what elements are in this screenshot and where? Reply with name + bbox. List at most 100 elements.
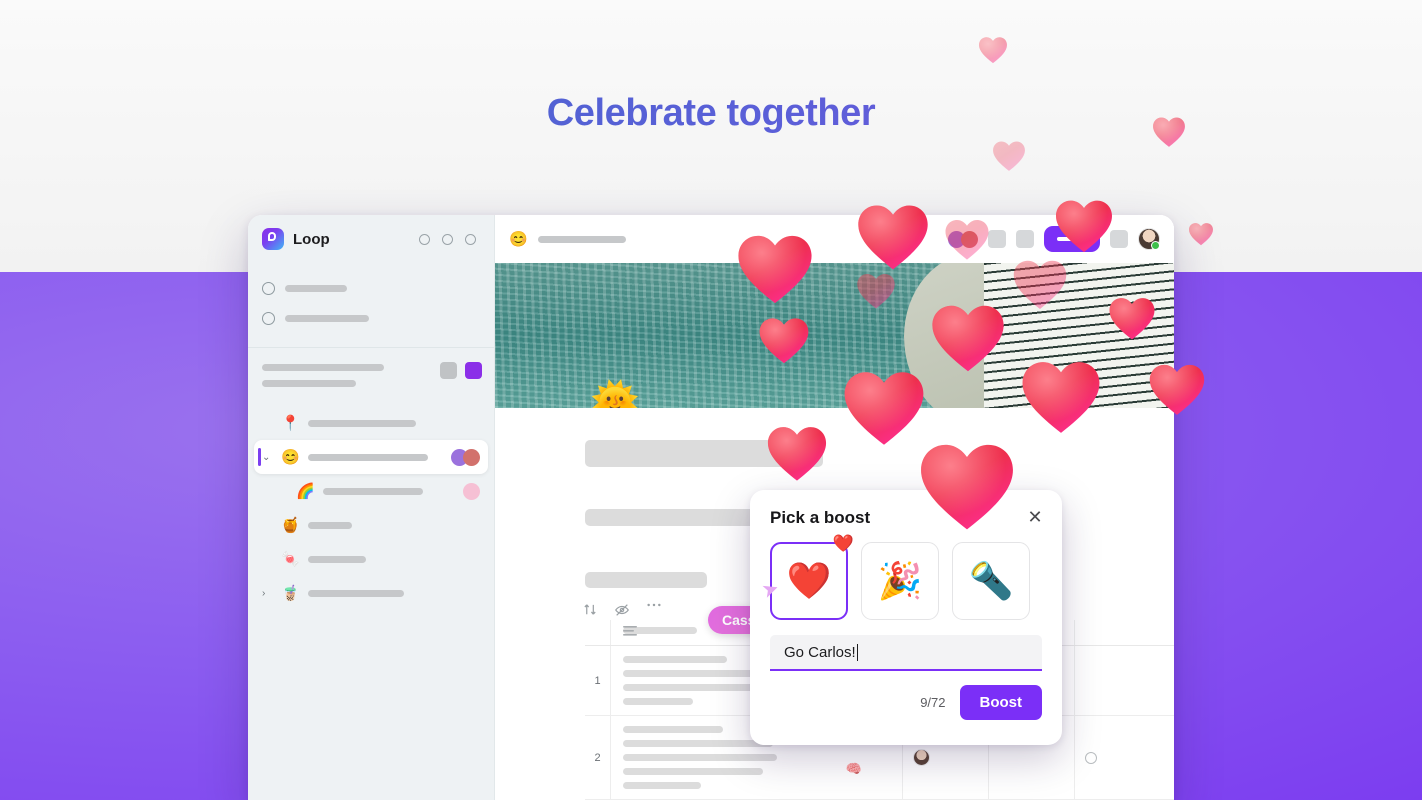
row-number: 1 [585,646,611,715]
sun-with-face-icon: 🌞 [590,381,640,408]
sidebar-item-top-2[interactable] [248,303,494,333]
character-counter: 9/72 [920,695,946,710]
smiling-face-icon: 😊 [281,449,300,466]
sidebar-item-label [308,555,366,563]
current-user-avatar[interactable] [1138,228,1160,250]
row-number: 2 [585,716,611,799]
pin-icon: 📍 [281,415,300,432]
sidebar-item-candy[interactable]: 🍬 [248,542,494,576]
minimize-circle-icon[interactable] [419,233,430,245]
floating-heart [842,368,926,448]
avatar [463,448,480,466]
circle-icon [262,281,275,295]
floating-heart [1020,358,1102,436]
floating-heart [978,36,1008,64]
page-title-placeholder [537,235,626,243]
sidebar-titlebar: Loop [248,215,494,263]
text-caret [856,643,859,661]
sidebar-section-header [248,348,494,406]
maximize-circle-icon[interactable] [442,233,453,245]
sidebar-top-list [248,263,494,345]
grid-view-button[interactable] [440,362,457,379]
section-header-buttons [440,362,482,379]
sidebar-item-label [285,314,369,322]
sidebar-item-bubble-tea[interactable]: › 🧋 [248,576,494,610]
table-row-number-header [585,620,611,645]
reaction-icon[interactable]: 🧠 [846,761,862,777]
close-circle-icon[interactable] [465,233,476,245]
avatar [463,482,480,500]
sidebar-item-label [308,589,404,597]
sidebar-item-pin[interactable]: 📍 [248,406,494,440]
app-name: Loop [293,230,330,248]
section-title-placeholder [262,364,384,371]
screenshot-stage: Celebrate together Loop 📍 ⌄ 😊 🌈 🍯 🍬 › 🧋 … [0,0,1422,800]
rainbow-icon: 🌈 [296,483,315,500]
boost-message-input[interactable]: Go Carlos! [770,635,1042,671]
floating-heart [944,218,990,261]
sidebar-item-smiling-face[interactable]: ⌄ 😊 [254,440,488,474]
floating-heart [856,272,896,310]
sidebar-item-label [308,453,428,461]
mini-heart-icon: ❤️ [832,534,854,553]
window-controls [419,233,476,245]
row-status[interactable] [1075,716,1174,799]
boost-options: ❤️ ❤️ ➤ 🎉 🔦 [759,534,1042,620]
candy-icon: 🍬 [281,551,300,568]
smiling-face-icon: 😊 [509,231,528,248]
floating-heart [1152,116,1186,148]
page-title: Celebrate together [0,92,1422,135]
floating-heart [736,232,814,306]
cursor-pointer-icon: ➤ [758,576,783,604]
sidebar-item-label [308,419,416,427]
floating-heart [856,202,930,272]
floating-heart [1054,198,1114,254]
party-popper-boost-option[interactable]: 🎉 [861,542,939,620]
more-icon[interactable] [646,602,662,618]
dialog-footer: 9/72 Boost [770,685,1042,720]
sidebar-item-honey-pot[interactable]: 🍯 [248,508,494,542]
flashlight-boost-option[interactable]: 🔦 [952,542,1030,620]
user-avatar-2 [913,749,930,766]
floating-heart [758,316,810,365]
sidebar-item-label [308,521,352,529]
sidebar-item-label [323,487,423,495]
circle-icon [262,311,275,325]
toolbar-square-1[interactable] [988,230,1006,248]
floating-heart [992,140,1026,172]
status-radio-icon[interactable] [1085,751,1097,764]
heart-icon: ❤️ [786,560,832,601]
floating-heart [930,302,1006,374]
flashlight-icon: 🔦 [968,560,1014,601]
floating-heart [1108,296,1156,341]
floating-heart [766,424,828,483]
hide-icon[interactable] [614,602,630,618]
sidebar-item-top-1[interactable] [248,273,494,303]
heart-boost-option[interactable]: ❤️ ❤️ ➤ [759,534,854,620]
sidebar-item-rainbow[interactable]: 🌈 [248,474,494,508]
chevron-right-icon[interactable]: › [262,588,272,599]
add-button[interactable] [465,362,482,379]
sidebar-item-label [285,284,347,292]
chevron-down-icon[interactable]: ⌄ [262,452,272,463]
toolbar-square-2[interactable] [1016,230,1034,248]
sidebar-item-avatars [451,448,480,466]
sidebar-item-avatars [463,482,480,500]
honey-pot-icon: 🍯 [281,517,300,534]
boost-message-value: Go Carlos! [784,643,856,661]
boost-button[interactable]: Boost [959,685,1042,720]
bubble-tea-icon: 🧋 [281,585,300,602]
table-column-header-status[interactable] [1075,620,1174,645]
sidebar: Loop 📍 ⌄ 😊 🌈 🍯 🍬 › 🧋 [248,215,495,800]
floating-heart [918,440,1016,533]
row-status[interactable] [1075,646,1174,715]
party-popper-icon: 🎉 [877,560,923,601]
floating-heart [1012,258,1068,311]
close-icon[interactable]: ✕ [1024,506,1046,528]
doc-line-placeholder [585,572,707,588]
sort-icon[interactable] [583,602,598,618]
loop-logo-icon [262,228,284,250]
floating-heart [1188,222,1214,246]
floating-heart [1148,362,1206,417]
section-subtitle-placeholder [262,380,356,387]
